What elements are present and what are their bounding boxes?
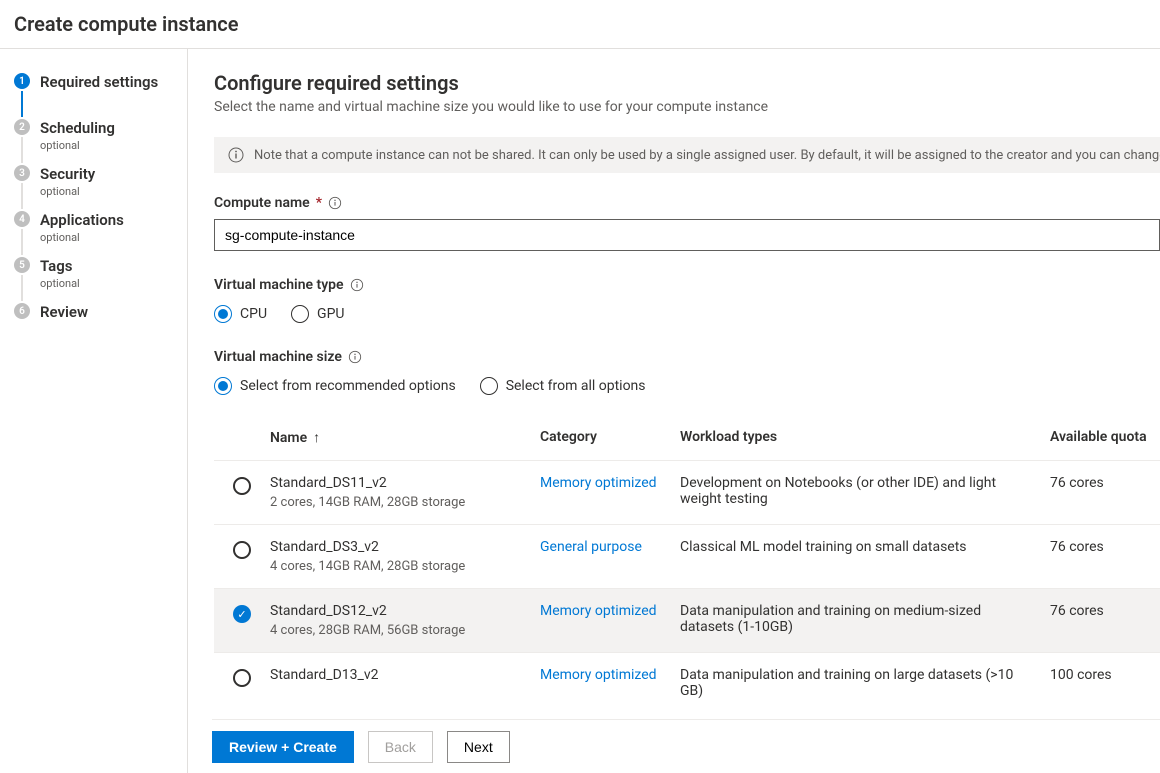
info-icon [350,278,364,292]
step-title: Tags [40,257,80,275]
wizard-step-review[interactable]: 6 Review [14,303,187,321]
required-asterisk: * [316,195,322,211]
vm-quota: 76 cores [1050,603,1160,619]
vm-workload: Development on Notebooks (or other IDE) … [680,475,1050,507]
vm-name: Standard_DS12_v2 [270,603,540,619]
info-banner: Note that a compute instance can not be … [214,137,1160,173]
vm-quota: 76 cores [1050,475,1160,491]
vm-workload: Classical ML model training on small dat… [680,539,1050,555]
vm-type-gpu-label: GPU [317,306,344,322]
col-category[interactable]: Category [540,429,680,445]
wizard-footer: Review + Create Back Next [212,719,1160,773]
page-title: Create compute instance [14,12,1146,36]
step-title: Required settings [40,73,158,91]
wizard-step-scheduling[interactable]: 2 Scheduling optional [14,119,187,165]
back-button[interactable]: Back [368,731,433,763]
vm-type-cpu-radio[interactable]: CPU [214,305,267,323]
step-subtitle: optional [40,185,95,198]
vm-type-gpu-radio[interactable]: GPU [291,305,344,323]
col-name[interactable]: Name↑ [270,429,540,446]
step-title: Applications [40,211,124,229]
row-select-radio[interactable]: ✓ [233,605,251,623]
info-icon [228,147,244,163]
step-title: Review [40,303,88,321]
vm-name: Standard_D13_v2 [270,667,540,683]
review-create-button[interactable]: Review + Create [212,731,354,763]
vm-category-link[interactable]: Memory optimized [540,603,680,619]
step-number-badge: 4 [14,211,30,227]
vm-type-cpu-label: CPU [240,306,267,322]
vm-workload: Data manipulation and training on large … [680,667,1050,699]
step-subtitle: optional [40,231,124,244]
wizard-step-security[interactable]: 3 Security optional [14,165,187,211]
vm-size-all-radio[interactable]: Select from all options [480,377,646,395]
step-connector [21,275,23,301]
page-header: Create compute instance [0,0,1160,48]
vm-size-label: Virtual machine size [214,349,1160,365]
vm-workload: Data manipulation and training on medium… [680,603,1050,635]
wizard-step-applications[interactable]: 4 Applications optional [14,211,187,257]
section-heading: Configure required settings [214,71,1160,95]
table-row[interactable]: ✓ Standard_DS11_v2 2 cores, 14GB RAM, 28GB… [214,460,1160,524]
compute-name-input[interactable] [214,219,1160,251]
wizard-sidebar: 1 Required settings 2 Scheduling optional 3 Se… [0,49,188,773]
vm-quota: 100 cores [1050,667,1160,683]
table-header-row: Name↑ Category Workload types Available … [214,419,1160,460]
vm-category-link[interactable]: General purpose [540,539,680,555]
check-icon: ✓ [237,608,246,621]
compute-name-label: Compute name * [214,195,1160,211]
step-number-badge: 2 [14,119,30,135]
info-icon [348,350,362,364]
vm-size-recommended-radio[interactable]: Select from recommended options [214,377,456,395]
vm-type-label: Virtual machine type [214,277,1160,293]
table-row[interactable]: ✓ Standard_D13_v2Memory optimizedData man… [214,652,1160,713]
vm-category-link[interactable]: Memory optimized [540,667,680,683]
col-workload[interactable]: Workload types [680,429,1050,445]
step-number-badge: 1 [14,73,30,89]
step-number-badge: 3 [14,165,30,181]
step-number-badge: 5 [14,257,30,273]
vm-size-all-label: Select from all options [506,378,646,394]
vm-quota: 76 cores [1050,539,1160,555]
vm-size-recommended-label: Select from recommended options [240,378,456,394]
step-connector [21,183,23,209]
vm-size-table: Name↑ Category Workload types Available … [214,419,1160,713]
row-select-radio[interactable]: ✓ [233,669,251,687]
info-banner-text: Note that a compute instance can not be … [254,148,1160,163]
wizard-step-tags[interactable]: 5 Tags optional [14,257,187,303]
sort-asc-icon: ↑ [313,430,320,446]
main-panel: Configure required settings Select the n… [188,49,1160,773]
col-quota[interactable]: Available quota [1050,429,1160,445]
step-number-badge: 6 [14,303,30,319]
info-icon [328,196,342,210]
step-subtitle: optional [40,139,115,152]
wizard-step-required-settings[interactable]: 1 Required settings [14,73,187,119]
row-select-radio[interactable]: ✓ [233,477,251,495]
vm-name: Standard_DS11_v2 [270,475,540,491]
vm-spec: 2 cores, 14GB RAM, 28GB storage [270,495,540,510]
table-row[interactable]: ✓ Standard_DS3_v2 4 cores, 14GB RAM, 28GB … [214,524,1160,588]
step-connector [21,137,23,163]
next-button[interactable]: Next [447,731,510,763]
step-connector [21,229,23,255]
vm-name: Standard_DS3_v2 [270,539,540,555]
step-title: Security [40,165,95,183]
step-subtitle: optional [40,277,80,290]
section-subtitle: Select the name and virtual machine size… [214,99,1160,115]
vm-spec: 4 cores, 28GB RAM, 56GB storage [270,623,540,638]
row-select-radio[interactable]: ✓ [233,541,251,559]
vm-spec: 4 cores, 14GB RAM, 28GB storage [270,559,540,574]
step-title: Scheduling [40,119,115,137]
table-row[interactable]: ✓ Standard_DS12_v2 4 cores, 28GB RAM, 56GB… [214,588,1160,652]
step-connector [21,91,23,117]
vm-category-link[interactable]: Memory optimized [540,475,680,491]
